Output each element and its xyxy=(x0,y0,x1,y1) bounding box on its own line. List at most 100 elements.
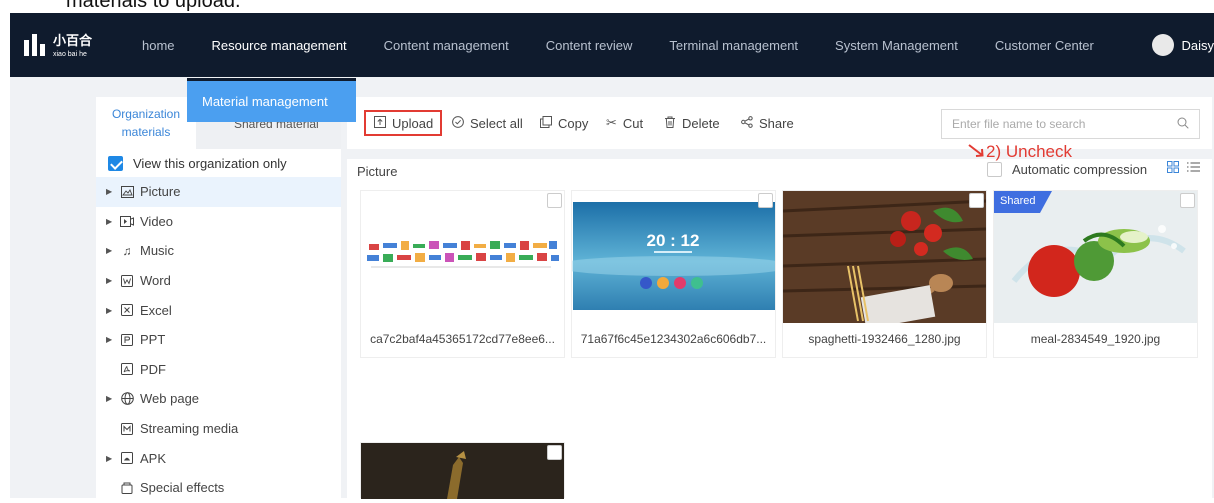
view-this-org-only[interactable]: View this organization only xyxy=(96,149,341,177)
list-view-icon[interactable] xyxy=(1187,161,1200,176)
automatic-compression[interactable]: Automatic compression xyxy=(987,162,1147,177)
file-thumbnail: 20 : 12 xyxy=(572,191,775,323)
toolbar: Upload Select all Copy ✂ Cut Delete Shar… xyxy=(347,97,1212,149)
nav-terminal-management[interactable]: Terminal management xyxy=(669,38,798,53)
sidebar-item-apk[interactable]: ▶ APK xyxy=(96,443,341,473)
upload-label: Upload xyxy=(392,115,434,131)
section-title: Picture xyxy=(357,164,398,179)
nav-home[interactable]: home xyxy=(142,38,175,53)
nav-system-management[interactable]: System Management xyxy=(835,38,958,53)
upload-button[interactable]: Upload xyxy=(364,110,442,136)
excel-icon xyxy=(118,304,136,317)
sidebar-item-label: Special effects xyxy=(140,480,225,496)
annotation-arrow-icon xyxy=(968,144,984,157)
effects-icon xyxy=(118,482,136,494)
delete-button[interactable]: Delete xyxy=(664,110,720,136)
file-name: 71a67f6c45e1234302a6c606db7... xyxy=(580,332,767,346)
share-button[interactable]: Share xyxy=(741,110,794,136)
share-icon xyxy=(741,115,753,131)
sidebar-item-special-effects[interactable]: Special effects xyxy=(96,473,341,503)
select-all-label: Select all xyxy=(470,115,523,131)
file-card[interactable]: ca7c2baf4a45365172cd77e8ee6... xyxy=(360,190,565,358)
top-navigation-bar: 小百合 xiao bai he home Resource management… xyxy=(10,13,1214,77)
file-card[interactable]: 20 : 12 71a67f6c45e1234302a6c606db7... xyxy=(571,190,776,358)
sidebar-item-label: PDF xyxy=(140,361,166,377)
image-icon xyxy=(118,185,136,198)
globe-icon xyxy=(118,392,136,406)
dropdown-item-material-management[interactable]: Material management xyxy=(187,78,356,122)
nav-content-review[interactable]: Content review xyxy=(546,38,633,53)
search-input[interactable]: Enter file name to search xyxy=(941,109,1200,139)
tab-organization-materials[interactable]: Organization materials xyxy=(96,97,196,149)
nav-resource-management[interactable]: Resource management xyxy=(212,38,347,53)
search-icon[interactable] xyxy=(1177,117,1189,132)
expand-arrow-icon[interactable]: ▶ xyxy=(96,276,118,285)
sidebar-item-music[interactable]: ▶ ♫ Music xyxy=(96,236,341,266)
ppt-icon xyxy=(118,333,136,346)
expand-arrow-icon[interactable]: ▶ xyxy=(96,187,118,196)
expand-arrow-icon[interactable]: ▶ xyxy=(96,246,118,255)
file-select-checkbox[interactable] xyxy=(547,193,562,208)
logo-mark-icon xyxy=(24,34,45,56)
expand-arrow-icon[interactable]: ▶ xyxy=(96,454,118,463)
sidebar-item-label: Music xyxy=(140,243,174,259)
clock-text: 20 : 12 xyxy=(647,231,700,250)
expand-arrow-icon[interactable]: ▶ xyxy=(96,306,118,315)
video-icon xyxy=(118,215,136,227)
file-select-checkbox[interactable] xyxy=(969,193,984,208)
shared-badge-label: Shared xyxy=(1000,195,1036,207)
automatic-compression-checkbox[interactable] xyxy=(987,162,1002,177)
file-select-checkbox[interactable] xyxy=(547,445,562,460)
sidebar-item-word[interactable]: ▶ Word xyxy=(96,266,341,296)
file-thumbnail xyxy=(361,191,564,323)
expand-arrow-icon[interactable]: ▶ xyxy=(96,217,118,226)
copy-button[interactable]: Copy xyxy=(540,110,588,136)
sidebar-item-pdf[interactable]: PDF xyxy=(96,355,341,385)
scissors-icon: ✂ xyxy=(606,115,617,130)
nav-content-management[interactable]: Content management xyxy=(384,38,509,53)
music-icon: ♫ xyxy=(122,243,132,258)
grid-view-icon[interactable] xyxy=(1167,161,1179,176)
instruction-caption: materials to upload. xyxy=(66,0,241,12)
logo-text-en: xiao bai he xyxy=(53,50,87,58)
annotation: 2) Uncheck xyxy=(968,142,1072,162)
view-only-checkbox[interactable] xyxy=(108,155,123,171)
sidebar-item-streaming-media[interactable]: Streaming media xyxy=(96,414,341,444)
file-name: meal-2834549_1920.jpg xyxy=(1030,332,1161,346)
copy-label: Copy xyxy=(558,115,589,131)
stream-icon xyxy=(118,422,136,435)
sidebar-item-label: PPT xyxy=(140,332,166,348)
file-card[interactable]: spaghetti-1932466_1280.jpg xyxy=(782,190,987,358)
sidebar-item-label: Word xyxy=(140,273,171,289)
tab-label-line2: materials xyxy=(121,125,171,139)
trash-icon xyxy=(664,116,676,131)
copy-icon xyxy=(540,115,552,131)
user-menu[interactable]: Daisy xyxy=(1152,34,1214,56)
file-thumbnail xyxy=(361,443,564,499)
logo[interactable]: 小百合 xiao bai he xyxy=(24,33,142,58)
expand-arrow-icon[interactable]: ▶ xyxy=(96,335,118,344)
file-select-checkbox[interactable] xyxy=(1180,193,1195,208)
shared-badge: Shared xyxy=(994,191,1052,218)
sidebar-item-web-page[interactable]: ▶ Web page xyxy=(96,384,341,414)
file-card[interactable]: Shared meal-2834549_1920.jpg xyxy=(993,190,1198,358)
file-select-checkbox[interactable] xyxy=(758,193,773,208)
share-label: Share xyxy=(759,115,794,131)
select-all-button[interactable]: Select all xyxy=(452,110,523,136)
expand-arrow-icon[interactable]: ▶ xyxy=(96,394,118,403)
sidebar-item-ppt[interactable]: ▶ PPT xyxy=(96,325,341,355)
apk-icon xyxy=(118,452,136,465)
nav-customer-center[interactable]: Customer Center xyxy=(995,38,1094,53)
view-only-label: View this organization only xyxy=(133,155,287,171)
sidebar-item-picture[interactable]: ▶ Picture xyxy=(96,177,341,207)
upload-icon xyxy=(374,115,386,131)
sidebar-item-label: Excel xyxy=(140,302,172,318)
file-card[interactable] xyxy=(360,442,565,499)
cut-button[interactable]: ✂ Cut xyxy=(606,110,643,136)
sidebar-item-excel[interactable]: ▶ Excel xyxy=(96,295,341,325)
pdf-icon xyxy=(118,363,136,376)
sidebar-item-label: Picture xyxy=(140,184,181,200)
user-name: Daisy xyxy=(1181,37,1214,53)
sidebar-item-video[interactable]: ▶ Video xyxy=(96,207,341,237)
avatar xyxy=(1152,34,1175,56)
